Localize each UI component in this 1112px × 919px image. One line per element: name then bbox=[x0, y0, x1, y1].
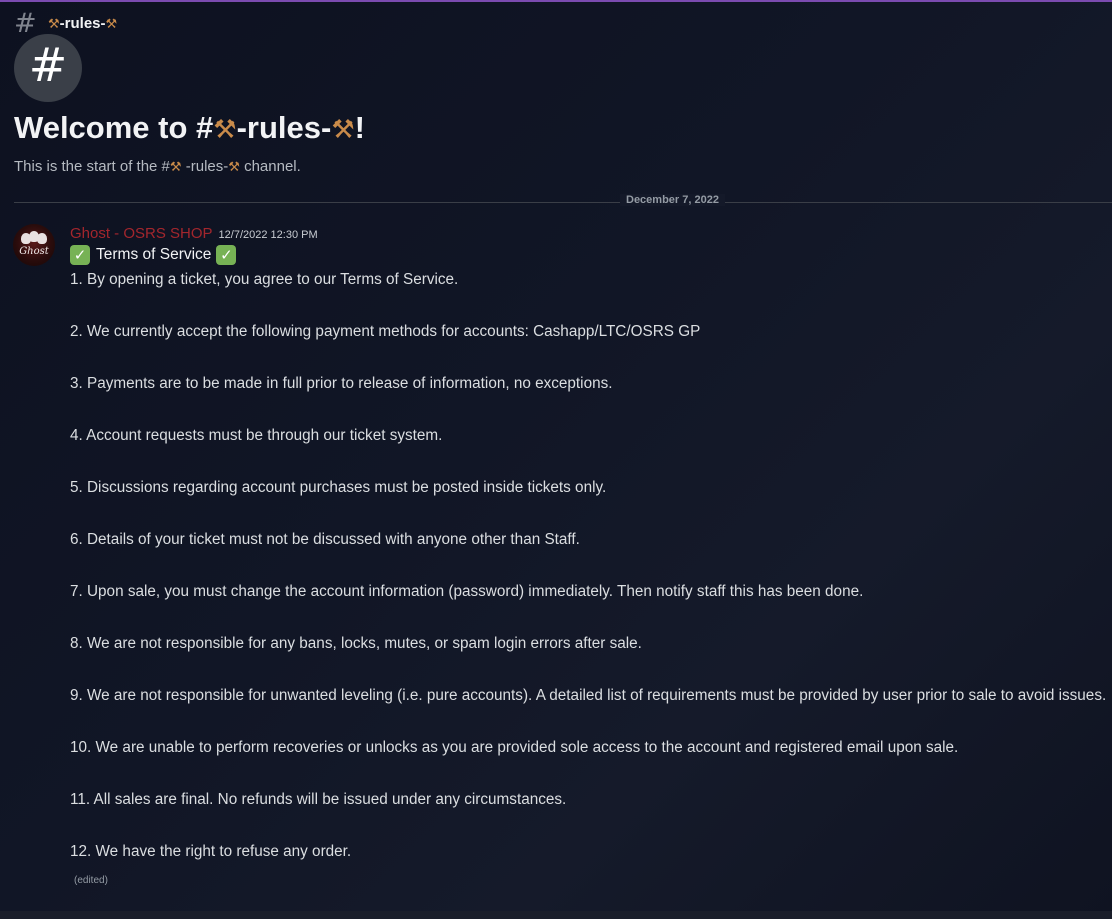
message-author[interactable]: Ghost - OSRS SHOP bbox=[70, 225, 213, 242]
start-channel-word: channel. bbox=[244, 158, 301, 175]
channel-header: # ⚒-rules-⚒ bbox=[0, 2, 1112, 46]
welcome-heading: Welcome to #⚒-rules-⚒! bbox=[14, 110, 365, 146]
white-check-mark-icon: ✓ bbox=[216, 245, 237, 265]
avatar[interactable]: Ghost bbox=[13, 224, 55, 266]
welcome-prefix: Welcome to # bbox=[14, 110, 214, 145]
rule-item: 9. We are not responsible for unwanted l… bbox=[70, 687, 1107, 704]
message-composer-edge bbox=[0, 911, 1112, 919]
hash-icon: # bbox=[28, 38, 68, 92]
rule-item: 4. Account requests must be through our … bbox=[70, 427, 443, 444]
avatar-script-text: Ghost bbox=[19, 246, 49, 257]
hammer-icon: ⚒ bbox=[331, 115, 355, 145]
date-divider bbox=[14, 202, 1112, 203]
hammer-icon: ⚒ bbox=[213, 115, 237, 145]
rule-item: 2. We currently accept the following pay… bbox=[70, 323, 701, 340]
welcome-channel-name: -rules- bbox=[236, 110, 332, 145]
rule-item: 12. We have the right to refuse any orde… bbox=[70, 843, 352, 860]
header-channel-name[interactable]: ⚒-rules-⚒ bbox=[48, 15, 117, 32]
rule-item: 1. By opening a ticket, you agree to our… bbox=[70, 271, 459, 288]
channel-hash-icon: # bbox=[14, 8, 37, 39]
rule-item: 8. We are not responsible for any bans, … bbox=[70, 635, 642, 652]
rule-item: 6. Details of your ticket must not be di… bbox=[70, 531, 580, 548]
start-channel-name: -rules- bbox=[185, 158, 229, 175]
channel-hash-badge: # bbox=[14, 34, 82, 102]
start-prefix: This is the start of the # bbox=[14, 158, 170, 175]
skull-icon bbox=[37, 233, 47, 244]
tos-title-line: ✓ Terms of Service ✓ bbox=[70, 244, 237, 266]
rule-item: 10. We are unable to perform recoveries … bbox=[70, 739, 959, 756]
tos-title: Terms of Service bbox=[96, 246, 212, 263]
message-header: Ghost - OSRS SHOP 12/7/2022 12:30 PM bbox=[70, 225, 318, 243]
rule-item: 7. Upon sale, you must change the accoun… bbox=[70, 583, 864, 600]
edited-label: (edited) bbox=[74, 875, 108, 886]
rule-item: 3. Payments are to be made in full prior… bbox=[70, 375, 613, 392]
hammer-icon: ⚒ bbox=[48, 17, 60, 32]
hammer-icon: ⚒ bbox=[228, 160, 240, 175]
hammer-icon: ⚒ bbox=[105, 17, 118, 32]
welcome-suffix: ! bbox=[354, 110, 365, 145]
white-check-mark-icon: ✓ bbox=[70, 245, 90, 265]
message-timestamp[interactable]: 12/7/2022 12:30 PM bbox=[219, 229, 318, 241]
date-divider-label: December 7, 2022 bbox=[620, 194, 725, 206]
rules-list: 1. By opening a ticket, you agree to our… bbox=[70, 270, 1106, 894]
hammer-icon: ⚒ bbox=[169, 160, 182, 175]
channel-start-text: This is the start of the #⚒ -rules-⚒ cha… bbox=[14, 158, 301, 175]
header-channel-label: -rules- bbox=[59, 15, 106, 32]
rule-item: 5. Discussions regarding account purchas… bbox=[70, 479, 607, 496]
rule-item: 11. All sales are final. No refunds will… bbox=[70, 791, 567, 808]
